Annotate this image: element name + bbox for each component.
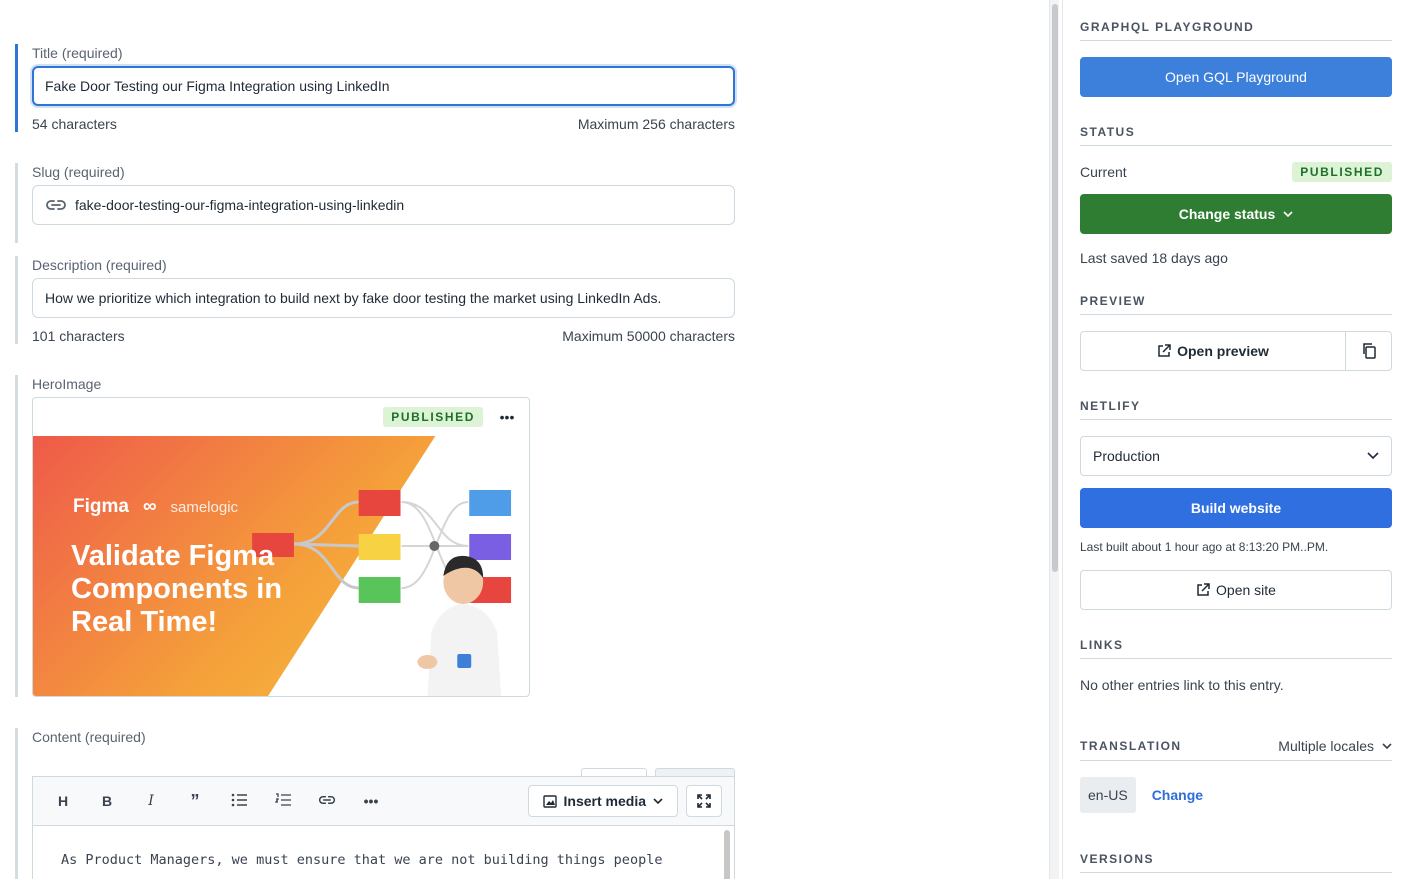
main-scrollbar[interactable] <box>1049 0 1059 879</box>
links-heading: LINKS <box>1080 638 1392 659</box>
main-scrollbar-thumb[interactable] <box>1052 4 1058 572</box>
hero-image: Figma ∞ samelogic Validate Figma Compone… <box>33 436 529 696</box>
links-empty-text: No other entries link to this entry. <box>1080 677 1284 693</box>
environment-value: Production <box>1093 448 1160 464</box>
external-link-icon <box>1158 344 1171 357</box>
title-label: Title (required) <box>32 45 123 61</box>
change-locale-link[interactable]: Change <box>1152 787 1203 803</box>
translation-section: TRANSLATION Multiple locales en-US Chang… <box>1080 738 1392 813</box>
description-field: Description (required) How we prioritize… <box>15 256 735 344</box>
copy-icon <box>1362 343 1376 359</box>
markdown-toolbar: H B I ” ••• Insert media <box>32 776 735 826</box>
fullscreen-button[interactable] <box>686 785 722 817</box>
current-status-label: Current <box>1080 164 1127 180</box>
bullet-list-icon <box>231 793 247 806</box>
chevron-down-icon <box>653 797 663 804</box>
link-icon <box>318 795 336 805</box>
open-preview-button[interactable]: Open preview <box>1081 332 1345 370</box>
title-value: Fake Door Testing our Figma Integration … <box>45 78 390 94</box>
description-char-max: Maximum 50000 characters <box>562 328 735 344</box>
slug-label: Slug (required) <box>32 164 125 180</box>
external-link-icon <box>1197 583 1210 596</box>
graphql-heading: GRAPHQL PLAYGROUND <box>1080 20 1392 41</box>
links-section: LINKS No other entries link to this entr… <box>1080 638 1392 693</box>
heading-button[interactable]: H <box>41 793 85 809</box>
hero-image-label: HeroImage <box>32 376 102 392</box>
description-char-count: 101 characters <box>32 328 125 344</box>
insert-link-button[interactable] <box>305 793 349 809</box>
open-gql-playground-button[interactable]: Open GQL Playground <box>1080 57 1392 97</box>
quote-button[interactable]: ” <box>173 791 217 812</box>
last-saved-text: Last saved 18 days ago <box>1080 250 1228 266</box>
hero-image-field: HeroImage PUBLISHED ••• Figma ∞ samelogi… <box>15 375 735 697</box>
insert-media-label: Insert media <box>563 793 646 809</box>
more-formatting-icon[interactable]: ••• <box>349 793 393 809</box>
entry-editor: Title (required) Fake Door Testing our F… <box>0 0 1046 879</box>
copy-preview-link-button[interactable] <box>1345 332 1391 370</box>
insert-media-button[interactable]: Insert media <box>527 785 678 817</box>
content-label: Content (required) <box>32 729 146 745</box>
hero-headline: Validate Figma Components in Real Time! <box>71 540 283 638</box>
link-icon <box>46 200 66 210</box>
environment-select[interactable]: Production <box>1080 436 1392 476</box>
versions-heading: VERSIONS <box>1080 852 1392 873</box>
graphql-section: GRAPHQL PLAYGROUND Open GQL Playground <box>1080 20 1392 97</box>
translation-heading: TRANSLATION <box>1080 739 1182 753</box>
hero-brand-row: Figma ∞ samelogic <box>73 496 238 518</box>
hero-asset-card[interactable]: PUBLISHED ••• Figma ∞ samelogic Validate… <box>32 397 530 697</box>
description-label: Description (required) <box>32 257 167 273</box>
title-field: Title (required) Fake Door Testing our F… <box>15 44 735 132</box>
open-site-button[interactable]: Open site <box>1080 570 1392 610</box>
open-preview-label: Open preview <box>1177 343 1269 359</box>
bullet-list-button[interactable] <box>217 793 261 810</box>
slug-value: fake-door-testing-our-figma-integration-… <box>75 197 405 213</box>
locale-mode-value: Multiple locales <box>1278 738 1374 754</box>
change-status-label: Change status <box>1178 206 1276 222</box>
title-char-count: 54 characters <box>32 116 117 132</box>
content-field: Content (required) Editor Preview H B I … <box>15 728 735 879</box>
open-site-label: Open site <box>1216 582 1276 598</box>
chevron-down-icon <box>1367 452 1379 460</box>
italic-button[interactable]: I <box>129 793 173 809</box>
description-input[interactable]: How we prioritize which integration to b… <box>32 278 735 318</box>
samelogic-logo-text: samelogic <box>170 498 239 516</box>
numbered-list-button[interactable] <box>261 792 305 810</box>
locale-mode-dropdown[interactable]: Multiple locales <box>1278 738 1392 754</box>
chevron-down-icon <box>1382 742 1392 749</box>
netlify-heading: NETLIFY <box>1080 399 1392 420</box>
entry-sidebar: GRAPHQL PLAYGROUND Open GQL Playground S… <box>1062 0 1412 879</box>
markdown-content-text: As Product Managers, we must ensure that… <box>61 852 663 868</box>
preview-section: PREVIEW Open preview <box>1080 294 1392 371</box>
change-status-button[interactable]: Change status <box>1080 194 1392 234</box>
slug-field: Slug (required) fake-door-testing-our-fi… <box>15 163 735 243</box>
bold-button[interactable]: B <box>85 793 129 809</box>
figma-logo-text: Figma <box>73 496 129 517</box>
locale-tag: en-US <box>1080 777 1136 813</box>
editor-scrollbar[interactable] <box>724 830 730 879</box>
asset-status-badge: PUBLISHED <box>383 407 483 427</box>
image-icon <box>542 794 557 808</box>
status-badge: PUBLISHED <box>1292 162 1392 182</box>
versions-section: VERSIONS <box>1080 852 1392 873</box>
numbered-list-icon <box>274 792 291 806</box>
title-input[interactable]: Fake Door Testing our Figma Integration … <box>32 66 735 106</box>
last-built-text: Last built about 1 hour ago at 8:13:20 P… <box>1080 540 1329 554</box>
description-value: How we prioritize which integration to b… <box>45 290 662 306</box>
chain-link-icon: ∞ <box>142 496 157 517</box>
markdown-editor-textarea[interactable]: As Product Managers, we must ensure that… <box>32 826 735 879</box>
netlify-section: NETLIFY Production Build website Last bu… <box>1080 399 1392 610</box>
more-actions-icon[interactable]: ••• <box>495 409 519 425</box>
status-section: STATUS Current PUBLISHED Change status L… <box>1080 125 1392 266</box>
slug-input[interactable]: fake-door-testing-our-figma-integration-… <box>32 185 735 225</box>
status-heading: STATUS <box>1080 125 1392 146</box>
preview-heading: PREVIEW <box>1080 294 1392 315</box>
build-website-button[interactable]: Build website <box>1080 488 1392 528</box>
preview-button-group: Open preview <box>1080 331 1392 371</box>
expand-icon <box>697 794 711 808</box>
asset-card-header: PUBLISHED ••• <box>33 398 529 436</box>
translation-header: TRANSLATION Multiple locales <box>1080 738 1392 761</box>
chevron-down-icon <box>1283 210 1293 217</box>
title-char-max: Maximum 256 characters <box>577 116 735 132</box>
entry-editor-page: Title (required) Fake Door Testing our F… <box>0 0 1412 879</box>
